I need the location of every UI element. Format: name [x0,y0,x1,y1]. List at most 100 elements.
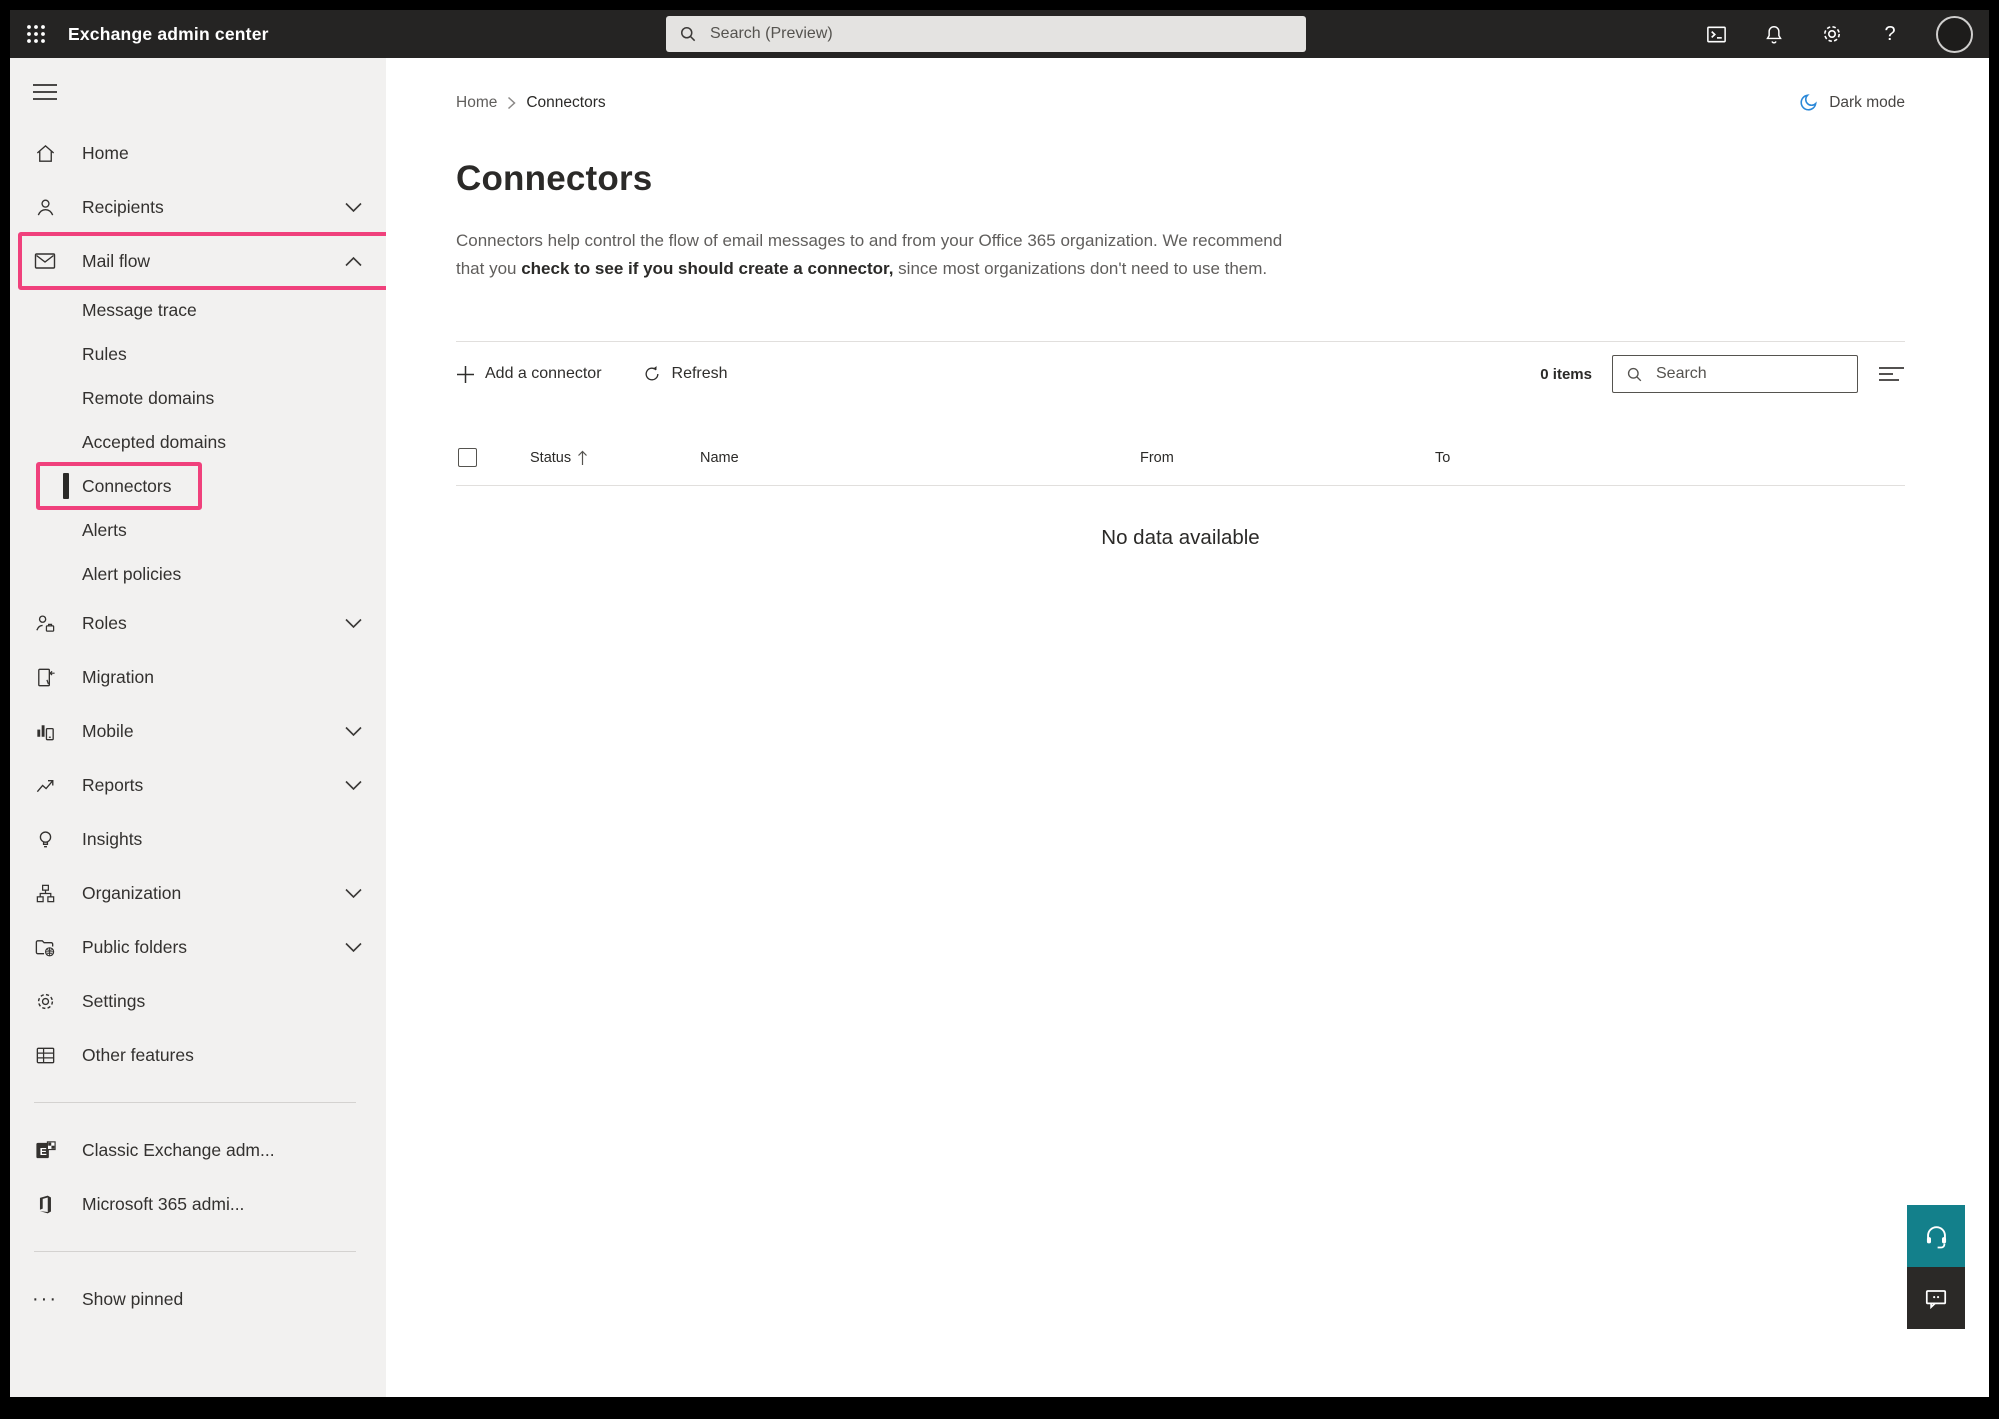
page-title: Connectors [456,159,1905,199]
table-header-row: Status Name From To [456,448,1905,486]
sidebar-item-roles[interactable]: Roles [10,596,386,650]
chat-bubble-icon [1923,1285,1949,1311]
sidebar-item-label: Connectors [82,476,172,497]
folder-globe-icon [32,935,58,959]
sidebar-item-settings[interactable]: Settings [10,974,386,1028]
microsoft-365-logo-icon [32,1192,58,1216]
add-connector-label: Add a connector [485,365,602,383]
select-all-checkbox[interactable] [458,448,477,467]
moon-icon [1798,92,1819,113]
sidebar-item-alert-policies[interactable]: Alert policies [10,552,386,596]
sort-ascending-icon [577,450,588,466]
account-avatar[interactable] [1936,16,1973,53]
sidebar-item-recipients[interactable]: Recipients [10,180,386,234]
floating-action-buttons [1907,1205,1965,1329]
sidebar-item-classic-exchange-admin[interactable]: E Classic Exchange adm... [10,1123,386,1177]
sidebar-item-insights[interactable]: Insights [10,812,386,866]
cloud-shell-button[interactable] [1704,22,1728,46]
collapse-nav-button[interactable] [10,72,66,112]
breadcrumb-current: Connectors [526,94,605,112]
notifications-button[interactable] [1762,22,1786,46]
empty-state-message: No data available [456,526,1905,550]
feedback-button[interactable] [1907,1267,1965,1329]
column-header-from[interactable]: From [1140,450,1435,466]
list-search-placeholder: Search [1656,365,1707,383]
person-icon [32,195,58,219]
table-grid-icon [32,1043,58,1067]
chevron-down-icon [345,780,362,791]
sidebar-item-label: Remote domains [82,388,214,409]
dark-mode-label: Dark mode [1829,94,1905,112]
app-title: Exchange admin center [68,24,269,45]
add-connector-button[interactable]: Add a connector [456,365,602,384]
sidebar-item-mail-flow[interactable]: Mail flow [10,234,386,288]
main-content: Home Connectors Dark mode Connectors Con… [386,58,1989,1397]
sidebar-item-label: Roles [82,613,127,634]
refresh-button[interactable]: Refresh [642,364,728,384]
hamburger-icon [32,82,58,102]
column-header-name[interactable]: Name [700,450,1140,466]
org-chart-icon [32,881,58,905]
column-header-status[interactable]: Status [530,450,700,466]
settings-button[interactable] [1820,22,1844,46]
question-mark-icon: ? [1884,23,1895,46]
sidebar-item-other-features[interactable]: Other features [10,1028,386,1082]
filter-button[interactable] [1878,365,1905,383]
breadcrumb: Home Connectors [456,94,606,112]
sidebar-item-home[interactable]: Home [10,126,386,180]
create-connector-link[interactable]: check to see if you should create a conn… [521,259,893,278]
sidebar-item-label: Mail flow [82,251,150,272]
sidebar-item-mobile[interactable]: Mobile [10,704,386,758]
sidebar-item-connectors[interactable]: Connectors [10,464,386,508]
gear-icon [32,989,58,1013]
mail-icon [32,249,58,273]
chevron-down-icon [345,202,362,213]
gear-icon [1820,22,1844,46]
sidebar-item-label: Accepted domains [82,432,226,453]
sidebar-item-reports[interactable]: Reports [10,758,386,812]
sidebar-item-label: Microsoft 365 admi... [82,1194,244,1215]
column-header-to[interactable]: To [1435,450,1905,466]
sidebar-item-public-folders[interactable]: Public folders [10,920,386,974]
ellipsis-icon: ··· [32,1287,58,1311]
selected-indicator [63,473,69,499]
sidebar-item-label: Alert policies [82,564,181,585]
exchange-admin-center-window: Exchange admin center Search (Preview) [10,10,1989,1397]
sidebar-item-accepted-domains[interactable]: Accepted domains [10,420,386,464]
app-launcher-button[interactable] [10,10,62,58]
dark-mode-toggle[interactable]: Dark mode [1798,92,1905,113]
refresh-icon [642,364,662,384]
page-description: Connectors help control the flow of emai… [456,227,1294,283]
sidebar-item-show-pinned[interactable]: ··· Show pinned [10,1272,386,1326]
topbar-actions: ? [1704,16,1989,53]
list-search-input[interactable]: Search [1612,355,1858,393]
sidebar-item-label: Migration [82,667,154,688]
terminal-icon [1705,23,1728,46]
help-button[interactable]: ? [1878,22,1902,46]
list-toolbar: Add a connector Refresh 0 items [456,341,1905,406]
chevron-up-icon [345,256,362,267]
chevron-down-icon [345,618,362,629]
sidebar-item-rules[interactable]: Rules [10,332,386,376]
sidebar-item-remote-domains[interactable]: Remote domains [10,376,386,420]
sidebar-item-label: Message trace [82,300,197,321]
sidebar-item-migration[interactable]: Migration [10,650,386,704]
sidebar-item-alerts[interactable]: Alerts [10,508,386,552]
help-support-button[interactable] [1907,1205,1965,1267]
items-count: 0 items [1540,366,1592,383]
chevron-down-icon [345,726,362,737]
global-search-input[interactable]: Search (Preview) [666,16,1306,52]
breadcrumb-home-link[interactable]: Home [456,94,497,112]
reports-icon [32,773,58,797]
sidebar-item-microsoft-365-admin[interactable]: Microsoft 365 admi... [10,1177,386,1231]
sidebar-item-label: Other features [82,1045,194,1066]
lightbulb-icon [32,827,58,851]
bell-icon [1763,23,1785,46]
plus-icon [456,365,475,384]
global-search-placeholder: Search (Preview) [710,25,833,43]
headset-icon [1923,1223,1950,1250]
sidebar-item-message-trace[interactable]: Message trace [10,288,386,332]
sidebar-item-label: Alerts [82,520,127,541]
sidebar-item-label: Classic Exchange adm... [82,1140,275,1161]
sidebar-item-organization[interactable]: Organization [10,866,386,920]
